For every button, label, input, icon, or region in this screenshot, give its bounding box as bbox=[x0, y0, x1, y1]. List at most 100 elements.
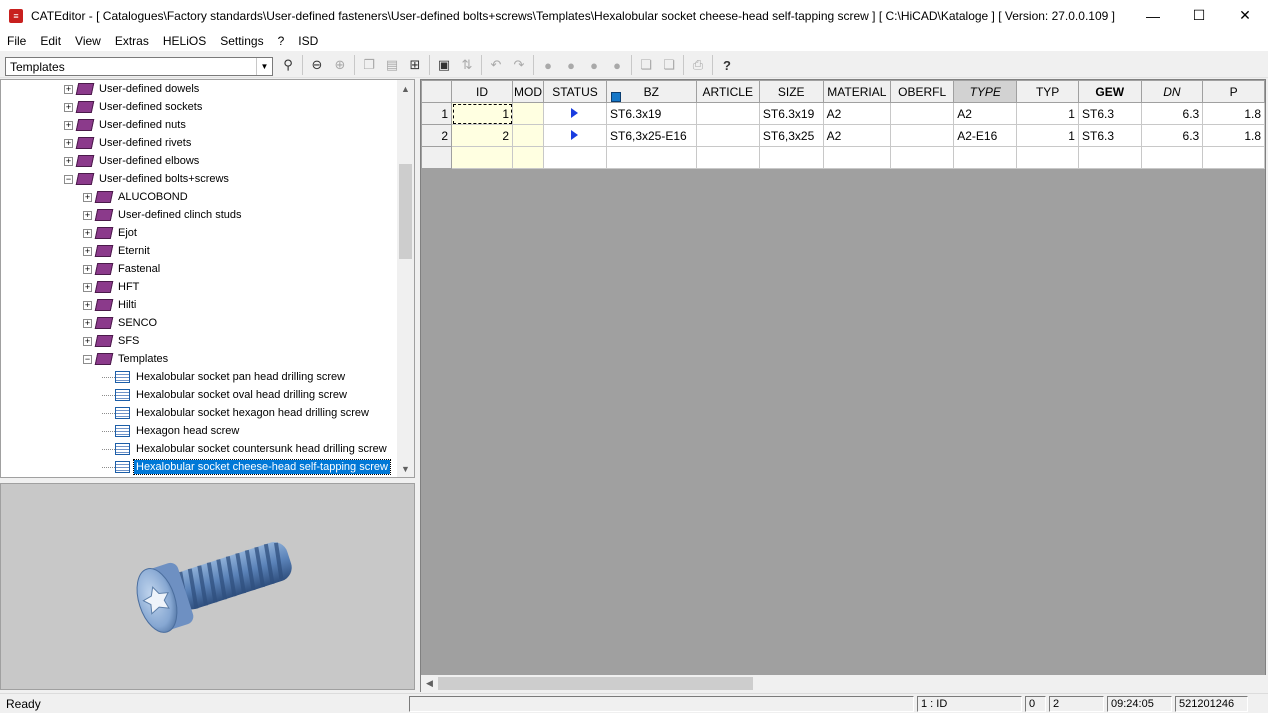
column-header-status[interactable]: STATUS bbox=[542, 80, 607, 103]
sort-icon[interactable]: ⇅ bbox=[456, 54, 478, 76]
cell-oberfl[interactable] bbox=[890, 102, 955, 125]
cell-article[interactable] bbox=[695, 102, 760, 125]
column-header-material[interactable]: MATERIAL bbox=[822, 80, 892, 103]
tree-item[interactable]: + Fastenal bbox=[83, 260, 162, 278]
tree-item[interactable]: Hexagon head screw bbox=[102, 422, 241, 440]
cell-type[interactable] bbox=[953, 146, 1018, 169]
expand-icon[interactable]: + bbox=[83, 318, 92, 328]
grid-horizontal-scrollbar[interactable]: ◀ bbox=[420, 675, 1266, 692]
tree-item[interactable]: + Eternit bbox=[83, 242, 152, 260]
tree-item[interactable]: Hexalobular socket oval head drilling sc… bbox=[102, 386, 349, 404]
menu-file[interactable]: File bbox=[0, 31, 33, 51]
menu-helios[interactable]: HELiOS bbox=[156, 31, 213, 51]
close-button[interactable]: ✕ bbox=[1222, 0, 1268, 31]
column-header-id[interactable]: ID bbox=[450, 80, 514, 103]
copy-icon[interactable]: ❏ bbox=[635, 54, 657, 76]
scroll-down-icon[interactable]: ▼ bbox=[397, 460, 414, 477]
column-header-type[interactable]: TYPE bbox=[953, 80, 1018, 103]
tree-item[interactable]: − User-defined bolts+screws bbox=[64, 170, 231, 188]
tree-item[interactable]: + HFT bbox=[83, 278, 141, 296]
cell-id[interactable]: 1 bbox=[450, 102, 514, 125]
cell-size[interactable]: ST6.3x19 bbox=[758, 102, 824, 125]
cell-oberfl[interactable] bbox=[890, 146, 955, 169]
table-row[interactable]: 1 1 ST6.3x19 ST6.3x19 A2 A2 1 ST6.3 6.3 … bbox=[421, 102, 1265, 125]
minimize-button[interactable]: — bbox=[1130, 0, 1176, 31]
copy-catalogue-icon[interactable]: ❐ bbox=[358, 54, 380, 76]
expand-icon[interactable]: + bbox=[83, 264, 92, 274]
cell-dn[interactable]: 6.3 bbox=[1140, 102, 1204, 125]
menu-edit[interactable]: Edit bbox=[33, 31, 68, 51]
cell-mod[interactable] bbox=[512, 124, 544, 147]
cell-id[interactable] bbox=[450, 146, 514, 169]
cell-material[interactable] bbox=[822, 146, 892, 169]
save-icon[interactable]: ▣ bbox=[433, 54, 455, 76]
expand-icon[interactable]: + bbox=[83, 282, 92, 292]
tree-scrollbar[interactable]: ▲ ▼ bbox=[397, 80, 414, 477]
cell-gew[interactable]: ST6.3 bbox=[1077, 124, 1142, 147]
cell-bz[interactable] bbox=[605, 146, 697, 169]
tree-item[interactable]: + SFS bbox=[83, 332, 141, 350]
cell-type[interactable]: A2 bbox=[953, 102, 1018, 125]
expand-icon[interactable]: + bbox=[64, 102, 73, 112]
expand-icon[interactable]: + bbox=[64, 84, 73, 94]
menu-extras[interactable]: Extras bbox=[108, 31, 156, 51]
cell-p[interactable]: 1.8 bbox=[1202, 124, 1265, 147]
expand-icon[interactable]: + bbox=[64, 138, 73, 148]
cell-material[interactable]: A2 bbox=[822, 124, 892, 147]
column-header-p[interactable]: P bbox=[1202, 80, 1265, 103]
tree-item[interactable]: + User-defined elbows bbox=[64, 152, 201, 170]
chevron-down-icon[interactable]: ▼ bbox=[256, 58, 272, 75]
back-icon[interactable]: ⊖ bbox=[306, 54, 328, 76]
cell-typ[interactable]: 1 bbox=[1016, 102, 1079, 125]
tree-item[interactable]: + User-defined clinch studs bbox=[83, 206, 244, 224]
cell-id[interactable]: 2 bbox=[450, 124, 514, 147]
collapse-icon[interactable]: − bbox=[64, 174, 73, 184]
column-header-mod[interactable]: MOD bbox=[512, 80, 544, 103]
menu-settings[interactable]: Settings bbox=[213, 31, 270, 51]
row-header[interactable]: 2 bbox=[421, 124, 452, 147]
expand-icon[interactable]: + bbox=[64, 120, 73, 130]
tree-item[interactable]: Hexalobular socket cheese-head self-tapp… bbox=[102, 458, 391, 476]
table-row-new[interactable] bbox=[421, 146, 1265, 169]
cell-status[interactable] bbox=[542, 146, 607, 169]
paste-icon[interactable]: ❏ bbox=[658, 54, 680, 76]
collapse-icon[interactable]: − bbox=[83, 354, 92, 364]
cell-status[interactable] bbox=[542, 124, 607, 147]
delete-row-icon[interactable]: ● bbox=[606, 54, 628, 76]
binoculars-icon[interactable]: ⚲ bbox=[277, 54, 299, 76]
forward-icon[interactable]: ⊕ bbox=[329, 54, 351, 76]
tree-item[interactable]: + User-defined dowels bbox=[64, 80, 201, 98]
cell-dn[interactable] bbox=[1140, 146, 1204, 169]
tree-item[interactable]: + Ejot bbox=[83, 224, 139, 242]
cell-p[interactable] bbox=[1202, 146, 1265, 169]
column-header-bz[interactable]: BZ bbox=[605, 80, 697, 103]
cell-typ[interactable]: 1 bbox=[1016, 124, 1079, 147]
cell-type[interactable]: A2-E16 bbox=[953, 124, 1018, 147]
redo-icon[interactable]: ↷ bbox=[508, 54, 530, 76]
cell-bz[interactable]: ST6.3x19 bbox=[605, 102, 697, 125]
tree-item[interactable]: + User-defined sockets bbox=[64, 98, 204, 116]
maximize-button[interactable]: ☐ bbox=[1176, 0, 1222, 31]
expand-icon[interactable]: + bbox=[83, 246, 92, 256]
tree-scroll-thumb[interactable] bbox=[399, 164, 412, 259]
menu-help[interactable]: ? bbox=[271, 31, 292, 51]
cell-dn[interactable]: 6.3 bbox=[1140, 124, 1204, 147]
row-header[interactable]: 1 bbox=[421, 102, 452, 125]
corner-header[interactable] bbox=[421, 80, 452, 103]
column-header-size[interactable]: SIZE bbox=[758, 80, 824, 103]
column-header-dn[interactable]: DN bbox=[1140, 80, 1204, 103]
tree-item[interactable]: − Templates bbox=[83, 350, 170, 368]
tree-item[interactable]: Hexalobular socket countersunk head dril… bbox=[102, 440, 389, 458]
scroll-left-icon[interactable]: ◀ bbox=[421, 675, 438, 692]
column-header-article[interactable]: ARTICLE bbox=[695, 80, 760, 103]
cell-mod[interactable] bbox=[512, 102, 544, 125]
cell-status[interactable] bbox=[542, 102, 607, 125]
cell-typ[interactable] bbox=[1016, 146, 1079, 169]
column-header-gew[interactable]: GEW bbox=[1077, 80, 1142, 103]
column-header-oberfl[interactable]: OBERFL bbox=[890, 80, 955, 103]
row-header[interactable] bbox=[421, 146, 452, 169]
cell-bz[interactable]: ST6,3x25-E16 bbox=[605, 124, 697, 147]
cell-gew[interactable]: ST6.3 bbox=[1077, 102, 1142, 125]
cell-article[interactable] bbox=[695, 146, 760, 169]
tree-item[interactable]: + User-defined nuts bbox=[64, 116, 188, 134]
